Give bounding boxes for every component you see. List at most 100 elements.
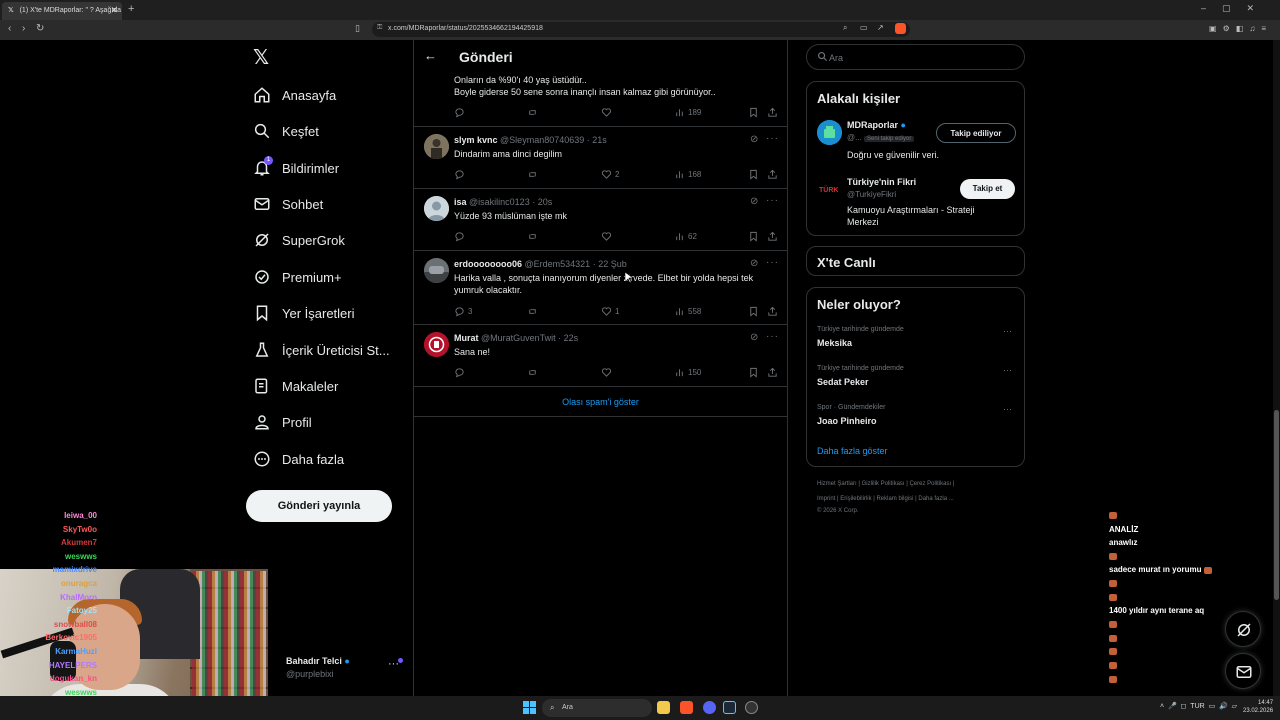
windows-start-icon[interactable] (523, 701, 536, 714)
sidebar-item-articles[interactable]: Makaleler (252, 373, 338, 399)
new-tab-button[interactable]: + (128, 3, 134, 15)
bookmark-page-icon[interactable]: ▯ (355, 23, 360, 34)
like-icon[interactable] (601, 367, 615, 378)
repost-icon[interactable] (527, 367, 538, 378)
more-icon[interactable]: ··· (766, 331, 779, 342)
steam-icon[interactable] (723, 701, 736, 714)
grok-icon[interactable]: ⊘ (750, 332, 758, 343)
repost-icon[interactable] (527, 107, 538, 118)
url-field[interactable]: ⚿ x.com/MDRaporlar/status/20255346621944… (372, 22, 910, 37)
reply-post[interactable]: erdoooooooo06 @Erdem534321 · 22 Şub ⊘ ··… (414, 251, 787, 325)
sidebar-item-chat[interactable]: Sohbet (252, 191, 323, 217)
like-icon[interactable]: 2 (601, 169, 619, 180)
avatar[interactable] (424, 196, 449, 221)
install-icon[interactable]: ▭ (860, 23, 868, 32)
browser-tab[interactable]: 𝕏 (1) X'te MDRaporlar: " ? Aşağıda ✕ (2, 2, 122, 20)
back-arrow-icon[interactable]: ← (424, 48, 437, 63)
views-icon[interactable]: 168 (674, 169, 701, 180)
show-more-link[interactable]: Daha fazla göster (817, 446, 888, 456)
share-icon[interactable] (767, 306, 778, 317)
search-input[interactable]: Ara (806, 44, 1025, 70)
avatar[interactable] (424, 258, 449, 283)
share-icon[interactable] (767, 169, 778, 180)
sidebar-item-profile[interactable]: Profil (252, 409, 312, 435)
more-icon[interactable]: ··· (1003, 404, 1012, 414)
zoom-icon[interactable]: ⌕ (843, 23, 847, 33)
obs-icon[interactable] (745, 701, 758, 714)
live-on-x-card[interactable]: X'te Canlı (806, 246, 1025, 276)
more-icon[interactable]: ··· (1003, 365, 1012, 375)
reply-post[interactable]: Murat @MuratGuvenTwit · 22s ⊘ ··· Sana n… (414, 325, 787, 387)
back-icon[interactable]: ‹ (8, 23, 11, 34)
reply-post[interactable]: slym kvnc @Sleyman80740639 · 21s ⊘ ··· D… (414, 127, 787, 189)
like-icon[interactable] (601, 107, 612, 118)
grok-icon[interactable]: ⊘ (750, 196, 758, 207)
share-icon[interactable]: ↗ (877, 23, 884, 32)
more-icon[interactable]: ··· (766, 133, 779, 144)
reload-icon[interactable]: ↻ (36, 23, 44, 34)
grok-icon[interactable]: ⊘ (750, 134, 758, 145)
avatar[interactable] (424, 332, 449, 357)
file-explorer-icon[interactable] (657, 701, 670, 714)
bookmark-icon[interactable] (748, 169, 759, 180)
like-icon[interactable]: 1 (601, 306, 619, 317)
footer-links[interactable]: Imprint | Erişilebilirlik | Reklam bilgi… (817, 496, 954, 502)
reply-icon[interactable] (454, 107, 465, 118)
taskbar-search[interactable]: ⌕ Ara (542, 699, 652, 717)
following-button[interactable]: Takip ediliyor (936, 123, 1016, 143)
bookmark-icon[interactable] (748, 306, 759, 317)
share-icon[interactable] (767, 107, 778, 118)
related-name[interactable]: MDRaporlar ● (847, 120, 906, 130)
sidebar-item-supergrok[interactable]: SuperGrok (252, 227, 345, 253)
browser-toolbar-icons[interactable]: ▣⚙◧♫≡ (1209, 24, 1272, 33)
share-icon[interactable] (767, 231, 778, 242)
sidebar-item-more[interactable]: Daha fazla (252, 446, 344, 472)
views-icon[interactable]: 62 (674, 231, 697, 242)
reply-icon[interactable] (454, 169, 468, 180)
x-logo[interactable]: 𝕏 (253, 48, 273, 68)
repost-icon[interactable] (527, 306, 538, 317)
repost-icon[interactable] (527, 231, 538, 242)
views-icon[interactable]: 558 (674, 306, 701, 317)
like-icon[interactable] (601, 231, 615, 242)
avatar[interactable] (817, 120, 842, 145)
forward-icon[interactable]: › (22, 23, 25, 34)
scrollbar-thumb[interactable] (1274, 410, 1279, 600)
bookmark-icon[interactable] (748, 367, 759, 378)
reply-post[interactable]: isa @isakilinc0123 · 20s ⊘ ··· Yüzde 93 … (414, 189, 787, 251)
avatar[interactable]: TÜRK (817, 177, 842, 202)
reply-icon[interactable] (454, 231, 468, 242)
follow-button[interactable]: Takip et (960, 179, 1015, 199)
share-icon[interactable] (767, 367, 778, 378)
system-tray[interactable]: ˄ 🎤 ◻ TUR ▭ 🔊 ▱ (1160, 702, 1237, 710)
trend-name[interactable]: Meksika (817, 338, 852, 348)
sidebar-item-creator-studio[interactable]: İçerik Üreticisi St... (252, 337, 390, 363)
show-spam-link[interactable]: Olası spam'i göster (414, 397, 787, 407)
grok-icon[interactable]: ⊘ (750, 258, 758, 269)
sidebar-item-explore[interactable]: Keşfet (252, 118, 319, 144)
reply-icon[interactable] (454, 367, 468, 378)
reply-icon[interactable]: 3 (454, 306, 472, 317)
repost-icon[interactable] (527, 169, 538, 180)
brave-shield-icon[interactable] (895, 23, 906, 34)
related-name[interactable]: Türkiye'nin Fikri (847, 177, 916, 187)
tab-close-icon[interactable]: ✕ (110, 5, 118, 16)
views-icon[interactable]: 150 (674, 367, 701, 378)
trend-name[interactable]: Sedat Peker (817, 377, 869, 387)
more-icon[interactable]: ··· (766, 257, 779, 268)
bookmark-icon[interactable] (748, 231, 759, 242)
sidebar-item-bookmarks[interactable]: Yer İşaretleri (252, 300, 355, 326)
messages-fab-button[interactable] (1225, 653, 1261, 689)
clock[interactable]: 14:47 23.02.2026 (1243, 699, 1273, 715)
more-icon[interactable]: ··· (766, 195, 779, 206)
grok-fab-button[interactable] (1225, 611, 1261, 647)
window-controls[interactable]: –▢✕ (1201, 3, 1270, 14)
bookmark-icon[interactable] (748, 107, 759, 118)
sidebar-item-premium[interactable]: Premium+ (252, 264, 342, 290)
discord-icon[interactable] (703, 701, 716, 714)
sidebar-item-notifications[interactable]: 1 Bildirimler (252, 155, 339, 181)
sidebar-item-home[interactable]: Anasayfa (252, 82, 336, 108)
trend-name[interactable]: Joao Pinheiro (817, 416, 877, 426)
views-icon[interactable]: 189 (674, 107, 701, 118)
avatar[interactable] (424, 134, 449, 159)
